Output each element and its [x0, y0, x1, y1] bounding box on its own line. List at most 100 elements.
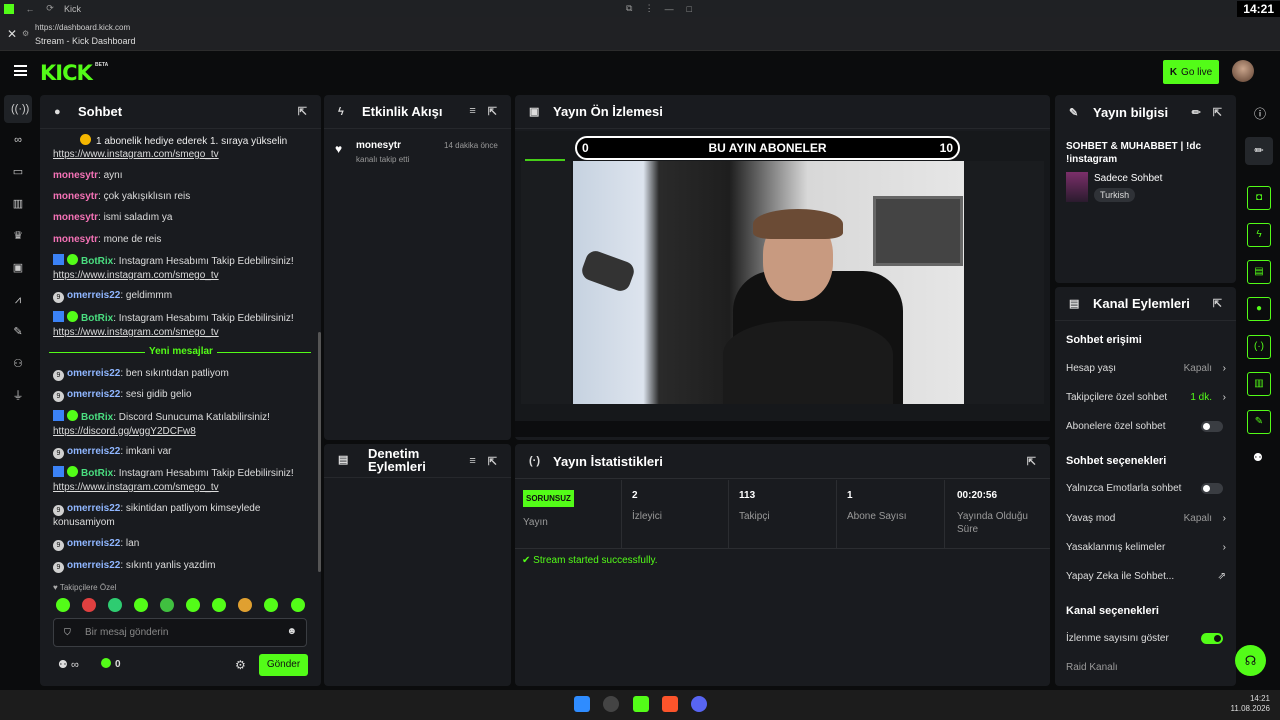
maximize-icon[interactable]: □ — [679, 4, 699, 14]
url-text[interactable]: https://dashboard.kick.com — [35, 23, 130, 32]
moderation-widget-icon[interactable]: ▤ — [1247, 260, 1271, 284]
chat-settings-gear-icon[interactable]: ⚙ — [235, 658, 246, 672]
chat-username[interactable]: omerreis22 — [67, 368, 120, 379]
chat-username[interactable]: monesytr — [53, 191, 98, 202]
chat-input[interactable]: ⛉ Bir mesaj gönderin ☻ — [53, 618, 307, 647]
emote-icon[interactable] — [186, 598, 200, 612]
kick-app-icon[interactable] — [633, 696, 649, 712]
chat-username[interactable]: monesytr — [53, 234, 98, 245]
emote-icon[interactable] — [56, 598, 70, 612]
popout-icon[interactable]: ⇱ — [488, 105, 497, 118]
chat-text[interactable]: https://www.instagram.com/smego_tv — [53, 149, 219, 160]
tab-title[interactable]: Kick — [64, 4, 81, 14]
broadcast-icon[interactable]: ((·)) — [11, 102, 29, 116]
filter-icon[interactable]: ≡ — [469, 105, 475, 118]
users-icon[interactable]: ⚇ — [11, 357, 25, 371]
ai-chat-row[interactable]: Yapay Zeka ile Sohbet... ⇗ — [1066, 571, 1226, 582]
chart-icon[interactable]: ▥ — [11, 197, 25, 211]
activity-widget-icon[interactable]: ϟ — [1247, 223, 1271, 247]
channel-actions-widget-icon[interactable]: ▥ — [1247, 372, 1271, 396]
kick-points[interactable]: 0 — [101, 658, 121, 670]
wrench-icon[interactable]: ✎ — [11, 325, 25, 339]
chat-scrollbar[interactable] — [318, 332, 321, 572]
back-icon[interactable]: ← — [20, 4, 40, 14]
emote-only-toggle[interactable] — [1201, 483, 1223, 494]
link-icon[interactable]: ∞ — [11, 133, 25, 147]
emote-icon[interactable] — [160, 598, 174, 612]
right-sidebar: ⓘ ✏ ◘ ϟ ▤ ● (·) ▥ ✎ ⚉ ☊ — [1235, 95, 1280, 690]
emote-icon[interactable] — [134, 598, 148, 612]
info-icon[interactable]: ⓘ — [1254, 105, 1266, 122]
chat-username[interactable]: monesytr — [53, 170, 98, 181]
close-icon[interactable]: ✕ — [7, 27, 17, 41]
window-icon[interactable]: ▭ — [11, 165, 25, 179]
stream-preview[interactable]: 0 BU AYIN ABONELER 10 — [515, 131, 1050, 437]
activity-user[interactable]: monesytr — [356, 140, 401, 151]
chat-link[interactable]: https://discord.gg/wggY2DCFw8 — [53, 426, 196, 437]
analytics-icon[interactable]: ⩘ — [11, 293, 25, 307]
discord-icon[interactable] — [691, 696, 707, 712]
chat-username[interactable]: omerreis22 — [67, 560, 120, 571]
slow-mode-row[interactable]: Yavaş mod Kapalı › — [1066, 513, 1226, 524]
emote-icon[interactable] — [264, 598, 278, 612]
chrome-icon[interactable] — [603, 696, 619, 712]
media-icon[interactable]: ▣ — [11, 261, 25, 275]
filter-icon[interactable]: ≡ — [469, 455, 475, 468]
followers-chat-row[interactable]: Takipçilere özel sohbet 1 dk. › — [1066, 392, 1226, 403]
banned-words-row[interactable]: Yasaklanmış kelimeler › — [1066, 542, 1226, 553]
windows-start-icon[interactable] — [574, 696, 590, 712]
edit-pencil-icon[interactable]: ✏ — [1192, 106, 1201, 119]
chat-username[interactable]: BotRix — [81, 412, 113, 423]
chat-username[interactable]: omerreis22 — [67, 503, 120, 514]
dashboard-icon[interactable]: ⏚ — [11, 389, 25, 403]
go-live-button[interactable]: K Go live — [1163, 60, 1219, 84]
chat-username[interactable]: omerreis22 — [67, 446, 120, 457]
menu-dots-icon[interactable]: ⋮ — [639, 3, 659, 14]
chat-link[interactable]: https://www.instagram.com/smego_tv — [53, 482, 219, 493]
preview-widget-icon[interactable]: ◘ — [1247, 186, 1271, 210]
users-icon[interactable]: ⚉ — [1253, 451, 1263, 464]
trophy-icon[interactable]: ♛ — [11, 229, 25, 243]
emote-icon[interactable] — [291, 598, 305, 612]
chat-username[interactable]: omerreis22 — [67, 389, 120, 400]
raid-row[interactable]: Raid Kanalı — [1066, 662, 1226, 673]
hamburger-icon[interactable] — [14, 65, 27, 76]
popout-icon[interactable]: ⇱ — [1213, 297, 1222, 310]
subs-chat-toggle[interactable] — [1201, 421, 1223, 432]
chat-link[interactable]: https://www.instagram.com/smego_tv — [53, 270, 219, 281]
show-viewers-toggle[interactable] — [1201, 633, 1223, 644]
activity-header: ϟ Etkinlik Akışı ≡ ⇱ — [324, 95, 511, 129]
category-name: Sadece Sohbet — [1094, 173, 1163, 184]
points-display[interactable]: ⚉ ∞ — [58, 658, 79, 671]
popout-icon[interactable]: ⇱ — [298, 105, 307, 118]
minimize-icon[interactable]: — — [659, 4, 679, 14]
reload-icon[interactable]: ⟳ — [40, 3, 60, 14]
chat-widget-icon[interactable]: ● — [1247, 297, 1271, 321]
chat-link[interactable]: https://www.instagram.com/smego_tv — [53, 327, 219, 338]
account-age-row[interactable]: Hesap yaşı Kapalı › — [1066, 363, 1226, 374]
avatar[interactable] — [1232, 60, 1254, 82]
stream-info-widget-icon[interactable]: ✎ — [1247, 410, 1271, 434]
chat-username[interactable]: BotRix — [81, 468, 113, 479]
emote-icon[interactable] — [238, 598, 252, 612]
emoji-icon[interactable]: ☻ — [286, 626, 297, 637]
site-settings-icon[interactable]: ⚙ — [22, 29, 29, 38]
chat-username[interactable]: omerreis22 — [67, 538, 120, 549]
emote-icon[interactable] — [82, 598, 96, 612]
stats-widget-icon[interactable]: (·) — [1247, 335, 1271, 359]
emote-icon[interactable] — [108, 598, 122, 612]
popout-icon[interactable]: ⇱ — [488, 455, 497, 468]
emote-icon[interactable] — [212, 598, 226, 612]
send-button[interactable]: Gönder — [259, 654, 308, 676]
chat-username[interactable]: omerreis22 — [67, 290, 120, 301]
support-headset-icon[interactable]: ☊ — [1235, 645, 1266, 676]
edit-icon[interactable]: ✏ — [1245, 137, 1273, 165]
chat-username[interactable]: BotRix — [81, 313, 113, 324]
chat-username[interactable]: BotRix — [81, 256, 113, 267]
extensions-icon[interactable]: ⧉ — [619, 3, 639, 14]
popout-icon[interactable]: ⇱ — [1027, 455, 1036, 468]
kick-logo[interactable]: KICK — [40, 61, 93, 85]
chat-username[interactable]: monesytr — [53, 212, 98, 223]
brave-icon[interactable] — [662, 696, 678, 712]
popout-icon[interactable]: ⇱ — [1213, 106, 1222, 119]
